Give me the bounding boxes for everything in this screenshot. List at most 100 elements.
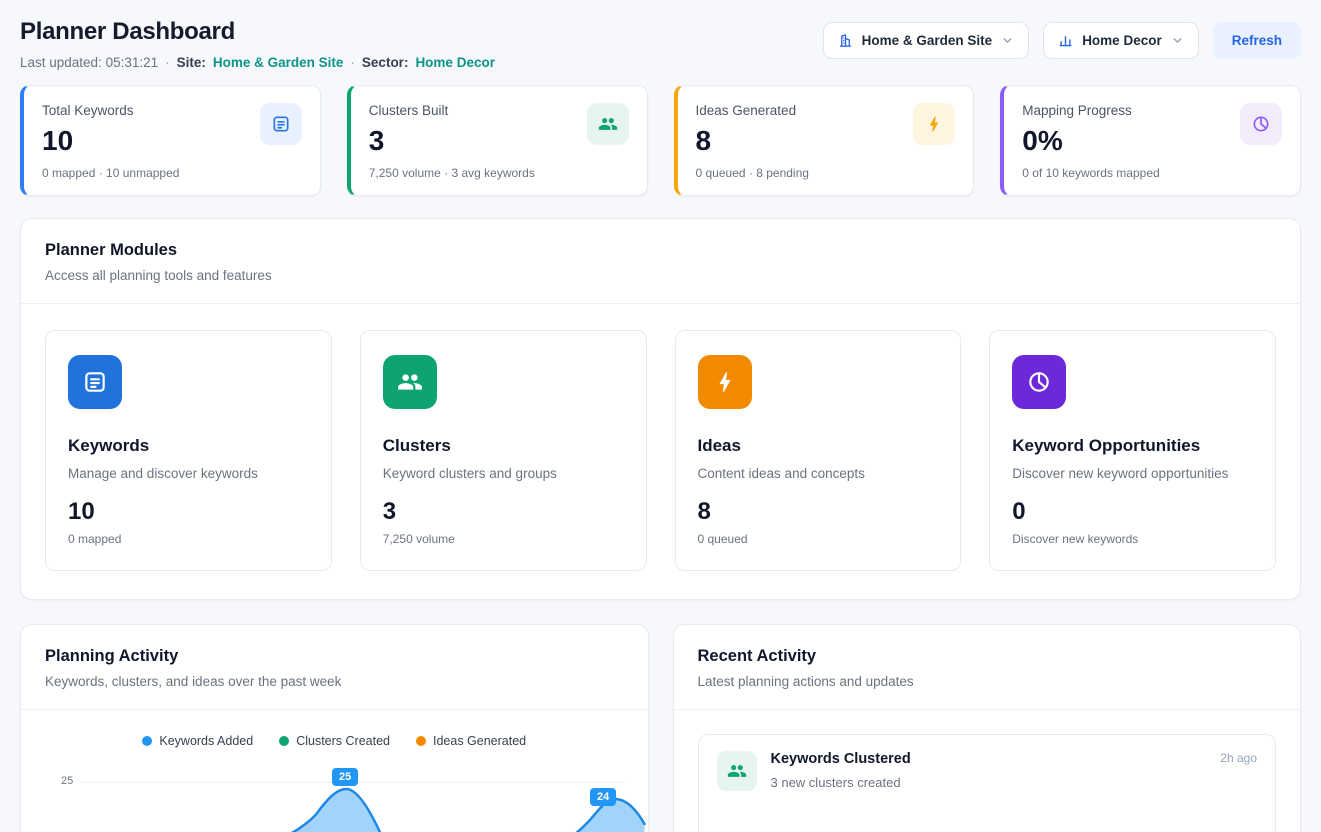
stat-label: Total Keywords [42,103,179,118]
planner-dashboard-page: Planner Dashboard Last updated: 05:31:21… [0,0,1321,832]
bottom-row: Planning Activity Keywords, clusters, an… [20,624,1301,832]
last-updated-text: Last updated: 05:31:21 [20,55,158,70]
module-card-ideas[interactable]: Ideas Content ideas and concepts 8 0 que… [675,330,962,571]
module-card-clusters[interactable]: Clusters Keyword clusters and groups 3 7… [360,330,647,571]
stat-text: Total Keywords 10 0 mapped · 10 unmapped [42,103,179,180]
module-description: Keyword clusters and groups [383,466,624,481]
y-axis-tick: 25 [61,775,73,787]
chevron-down-icon [1001,34,1014,47]
module-value: 10 [68,498,309,526]
stat-label: Ideas Generated [696,103,809,118]
legend-item-keywords-added: Keywords Added [142,734,253,748]
legend-dot-green [279,736,289,746]
stat-card-mapping-progress: Mapping Progress 0% 0 of 10 keywords map… [1000,85,1301,196]
module-title: Clusters [383,436,624,456]
meta-separator: · [350,55,355,70]
stat-value: 3 [369,125,535,157]
recent-activity-panel: Recent Activity Latest planning actions … [673,624,1302,832]
activity-text: Keywords Clustered 3 new clusters create… [771,751,911,790]
chevron-down-icon [1171,34,1184,47]
planning-activity-header: Planning Activity Keywords, clusters, an… [21,625,648,710]
modules-grid: Keywords Manage and discover keywords 10… [21,304,1300,599]
section-subtitle: Latest planning actions and updates [698,674,1277,689]
bolt-icon [913,103,955,145]
users-icon [717,751,757,791]
activity-item-keywords-clustered: Keywords Clustered 3 new clusters create… [698,734,1277,832]
bolt-icon [698,355,752,409]
legend-label: Clusters Created [296,734,390,748]
stats-row: Total Keywords 10 0 mapped · 10 unmapped… [20,85,1301,196]
module-value: 8 [698,498,939,526]
stat-sub: 0 mapped · 10 unmapped [42,166,179,180]
header-left: Planner Dashboard Last updated: 05:31:21… [20,18,495,70]
site-link[interactable]: Home & Garden Site [213,55,344,70]
sector-selector-value: Home Decor [1082,33,1162,48]
header-controls: Home & Garden Site Home Decor Refresh [823,22,1301,59]
sector-link[interactable]: Home Decor [415,55,495,70]
building-icon [838,33,853,48]
stat-card-clusters-built: Clusters Built 3 7,250 volume · 3 avg ke… [347,85,648,196]
module-description: Content ideas and concepts [698,466,939,481]
module-card-keywords[interactable]: Keywords Manage and discover keywords 10… [45,330,332,571]
file-text-icon [68,355,122,409]
stat-label: Mapping Progress [1022,103,1159,118]
stat-sub: 0 queued · 8 pending [696,166,809,180]
module-sub: 0 mapped [68,532,309,546]
legend-item-clusters-created: Clusters Created [279,734,390,748]
meta-separator: · [165,55,170,70]
section-title: Planning Activity [45,647,624,666]
pie-chart-icon [1240,103,1282,145]
stat-sub: 7,250 volume · 3 avg keywords [369,166,535,180]
planning-activity-chart: 25 25 24 [21,766,648,832]
legend-label: Keywords Added [159,734,253,748]
stat-card-ideas-generated: Ideas Generated 8 0 queued · 8 pending [674,85,975,196]
module-value: 0 [1012,498,1253,526]
legend-dot-blue [142,736,152,746]
refresh-button[interactable]: Refresh [1213,22,1301,59]
data-point-label: 24 [590,788,616,806]
planner-modules-panel: Planner Modules Access all planning tool… [20,218,1301,600]
pie-chart-icon [1012,355,1066,409]
stat-value: 10 [42,125,179,157]
sector-selector-dropdown[interactable]: Home Decor [1043,22,1199,59]
module-description: Manage and discover keywords [68,466,309,481]
module-sub: 0 queued [698,532,939,546]
activity-title: Keywords Clustered [771,751,911,767]
module-title: Keyword Opportunities [1012,436,1253,456]
users-icon [587,103,629,145]
site-label: Site: [177,55,206,70]
legend-label: Ideas Generated [433,734,526,748]
planner-modules-header: Planner Modules Access all planning tool… [21,219,1300,304]
stat-label: Clusters Built [369,103,535,118]
stat-value: 0% [1022,125,1159,157]
bar-chart-icon [1058,33,1073,48]
site-selector-dropdown[interactable]: Home & Garden Site [823,22,1030,59]
planning-activity-panel: Planning Activity Keywords, clusters, an… [20,624,649,832]
legend-dot-orange [416,736,426,746]
module-sub: 7,250 volume [383,532,624,546]
stat-card-total-keywords: Total Keywords 10 0 mapped · 10 unmapped [20,85,321,196]
module-title: Keywords [68,436,309,456]
stat-sub: 0 of 10 keywords mapped [1022,166,1159,180]
section-title: Recent Activity [698,647,1277,666]
stat-text: Clusters Built 3 7,250 volume · 3 avg ke… [369,103,535,180]
module-description: Discover new keyword opportunities [1012,466,1253,481]
module-title: Ideas [698,436,939,456]
section-title: Planner Modules [45,241,1276,260]
site-selector-value: Home & Garden Site [862,33,993,48]
users-icon [383,355,437,409]
activity-description: 3 new clusters created [771,775,911,790]
stat-text: Mapping Progress 0% 0 of 10 keywords map… [1022,103,1159,180]
section-subtitle: Access all planning tools and features [45,268,1276,283]
module-card-keyword-opportunities[interactable]: Keyword Opportunities Discover new keywo… [989,330,1276,571]
page-meta: Last updated: 05:31:21 · Site: Home & Ga… [20,55,495,70]
section-subtitle: Keywords, clusters, and ideas over the p… [45,674,624,689]
stat-text: Ideas Generated 8 0 queued · 8 pending [696,103,809,180]
file-text-icon [260,103,302,145]
page-title: Planner Dashboard [20,18,495,46]
module-sub: Discover new keywords [1012,532,1253,546]
module-value: 3 [383,498,624,526]
data-point-label: 25 [332,768,358,786]
page-header: Planner Dashboard Last updated: 05:31:21… [20,18,1301,70]
activity-timestamp: 2h ago [1220,751,1257,765]
